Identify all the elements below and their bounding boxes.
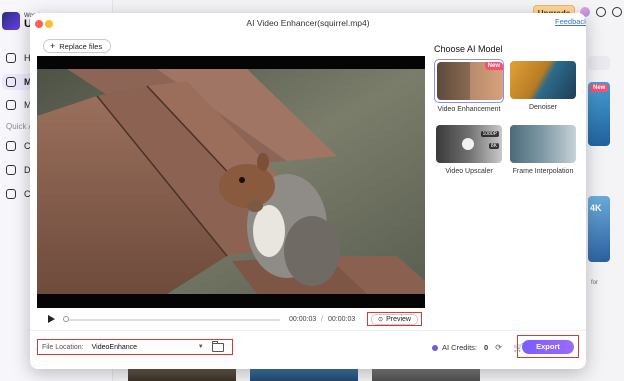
dialog-titlebar: AI Video Enhancer(squirrel.mp4) Feedback bbox=[30, 13, 586, 35]
total-time: 00:00:03 bbox=[328, 316, 356, 323]
denoiser-thumbnail bbox=[510, 61, 576, 99]
my-files-icon bbox=[6, 100, 16, 110]
model-denoiser[interactable]: Denoiser bbox=[508, 59, 578, 111]
download-icon bbox=[6, 165, 16, 175]
timeline-track[interactable] bbox=[66, 319, 280, 321]
video-preview[interactable] bbox=[37, 56, 425, 308]
compress-icon bbox=[6, 141, 16, 151]
upscaler-badge-top: 1080P bbox=[480, 131, 499, 137]
dialog-footer: File Location: VideoEnhance ▼ AI Credits… bbox=[30, 330, 586, 369]
chevron-down-icon: ▼ bbox=[197, 344, 204, 350]
convert-icon bbox=[6, 189, 16, 199]
ai-credits: AI Credits: 0 ⟳ 🛒 bbox=[432, 343, 524, 352]
video-upscaler-thumbnail: 1080P 8K bbox=[436, 125, 502, 163]
model-label: Denoiser bbox=[528, 104, 557, 111]
dialog-title: AI Video Enhancer(squirrel.mp4) bbox=[246, 18, 370, 28]
frame-interpolation-thumbnail bbox=[510, 125, 576, 163]
replace-files-button[interactable]: + Replace files bbox=[43, 39, 112, 53]
play-icon[interactable] bbox=[48, 315, 55, 323]
ai-credits-label: AI Credits: bbox=[442, 343, 478, 352]
upscale-icon bbox=[462, 138, 474, 150]
model-video-enhancement[interactable]: New Video Enhancement bbox=[434, 59, 504, 113]
file-location-value: VideoEnhance bbox=[91, 343, 138, 351]
preview-button[interactable]: ⊙ Preview bbox=[371, 313, 418, 325]
model-frame-interpolation[interactable]: Frame Interpolation bbox=[508, 123, 578, 175]
background-4k-label: 4K bbox=[590, 203, 602, 213]
timeline-knob[interactable] bbox=[63, 316, 69, 322]
background-new-badge: New bbox=[590, 84, 609, 92]
player-controls: 00:00:03 / 00:00:03 ⊙ Preview bbox=[37, 308, 425, 330]
background-search-bar bbox=[588, 56, 610, 70]
model-video-upscaler[interactable]: 1080P 8K Video Upscaler bbox=[434, 123, 504, 175]
replace-files-label: Replace files bbox=[59, 41, 103, 51]
file-location-select[interactable]: VideoEnhance ▼ bbox=[92, 341, 204, 353]
model-label: Video Upscaler bbox=[445, 168, 493, 175]
new-badge: New bbox=[484, 62, 503, 70]
upscaler-badge-bottom: 8K bbox=[488, 143, 499, 149]
video-frame-squirrel bbox=[37, 56, 425, 308]
background-card-text: for bbox=[591, 280, 599, 286]
time-separator: / bbox=[321, 316, 323, 323]
preview-icon: ⊙ bbox=[378, 316, 384, 323]
ai-model-panel-title: Choose AI Model bbox=[434, 44, 503, 54]
file-location-label: File Location: bbox=[42, 343, 84, 351]
file-location-highlight: File Location: VideoEnhance ▼ bbox=[37, 339, 233, 355]
export-button[interactable]: Export bbox=[522, 339, 574, 354]
video-enhancement-thumbnail: New bbox=[437, 62, 503, 100]
preview-highlight: ⊙ Preview bbox=[367, 312, 422, 326]
credits-icon bbox=[432, 344, 438, 351]
ai-credits-value: 0 bbox=[484, 343, 489, 352]
preview-label: Preview bbox=[386, 315, 411, 323]
more-icon bbox=[6, 77, 16, 87]
feedback-link[interactable]: Feedback bbox=[555, 17, 586, 26]
model-label: Video Enhancement bbox=[437, 106, 501, 113]
headset-icon[interactable] bbox=[612, 7, 622, 17]
refresh-icon[interactable]: ⟳ bbox=[495, 343, 502, 352]
current-time: 00:00:03 bbox=[289, 316, 317, 323]
model-label: Frame Interpolation bbox=[512, 168, 574, 175]
folder-icon[interactable] bbox=[211, 340, 224, 352]
home-icon bbox=[6, 53, 16, 63]
logo-icon bbox=[2, 12, 20, 30]
plus-icon: + bbox=[50, 40, 56, 51]
message-icon[interactable] bbox=[596, 7, 606, 17]
ai-video-enhancer-dialog: AI Video Enhancer(squirrel.mp4) Feedback… bbox=[30, 13, 586, 369]
export-highlight: Export bbox=[517, 335, 579, 358]
